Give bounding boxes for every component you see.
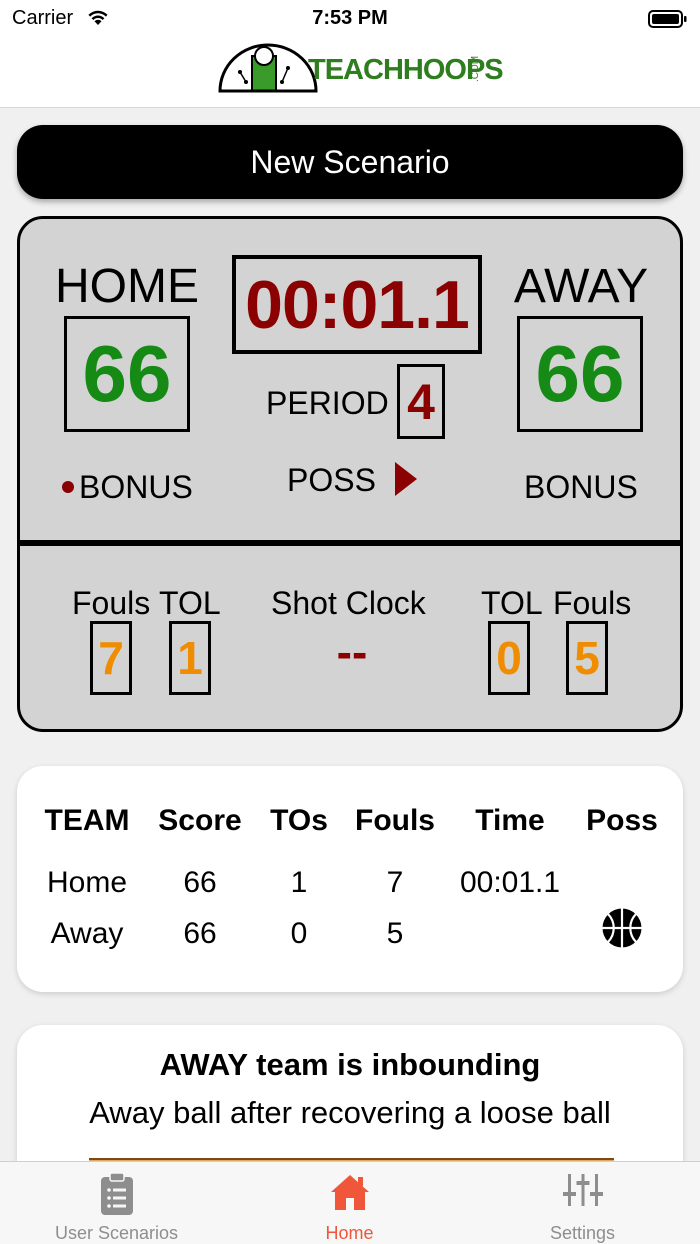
home-team-label: HOME — [55, 260, 199, 313]
row-tos: 0 — [290, 917, 308, 950]
scoreboard: HOME AWAY 66 66 00:01.1 PERIOD 4 POSS BO… — [17, 216, 683, 732]
away-tol-value[interactable]: 0 — [488, 621, 530, 695]
clipboard-list-icon — [100, 1172, 133, 1215]
team-stats-card: TEAM Score TOs Fouls Time Poss Home 66 1… — [17, 766, 683, 992]
period-value[interactable]: 4 — [397, 364, 445, 439]
app-header: TEACHHOOPS .COM — [0, 40, 700, 108]
header-tos: TOs — [270, 804, 328, 837]
header-poss: Poss — [586, 804, 658, 837]
away-score: 66 — [517, 316, 643, 432]
status-bar: Carrier 7:53 PM — [0, 0, 700, 40]
game-clock[interactable]: 00:01.1 — [232, 255, 482, 354]
court-logo-icon — [218, 43, 318, 93]
shot-clock-value[interactable]: -- — [314, 625, 390, 679]
row-score: 66 — [183, 866, 217, 899]
away-bonus-label: BONUS — [524, 469, 638, 505]
scenario-title: AWAY team is inbounding — [159, 1047, 541, 1082]
header-score: Score — [158, 804, 242, 837]
tab-label: Settings — [549, 1223, 616, 1243]
possession-arrow-icon[interactable] — [395, 462, 417, 496]
teachhoops-logo: TEACHHOOPS .COM — [218, 42, 504, 94]
tab-label: Home — [325, 1223, 374, 1243]
away-team-label: AWAY — [513, 260, 649, 313]
row-team: Home — [46, 866, 128, 899]
tab-bar: User Scenarios Home Settings — [0, 1161, 700, 1244]
tab-home[interactable]: Home — [233, 1162, 466, 1244]
row-tos: 1 — [290, 866, 308, 899]
scoreboard-divider — [20, 540, 680, 546]
tab-user-scenarios[interactable]: User Scenarios — [0, 1162, 233, 1244]
period-label: PERIOD — [266, 385, 389, 421]
possession-label: POSS — [287, 462, 376, 498]
tab-settings[interactable]: Settings — [466, 1162, 699, 1244]
home-score: 66 — [64, 316, 190, 432]
row-fouls: 5 — [386, 917, 404, 950]
scenario-description: Away ball after recovering a loose ball — [89, 1095, 611, 1130]
home-icon — [330, 1175, 369, 1210]
new-scenario-button[interactable]: New Scenario — [17, 125, 683, 199]
basketball-icon — [602, 908, 642, 948]
row-time: 00:01.1 — [459, 866, 561, 899]
header-fouls: Fouls — [355, 804, 435, 837]
status-time: 7:53 PM — [312, 7, 388, 29]
home-fouls-label: Fouls — [72, 585, 151, 621]
home-bonus-indicator: BONUS — [62, 469, 193, 506]
away-fouls-label: Fouls — [553, 585, 632, 621]
battery-icon — [648, 10, 687, 28]
row-fouls: 7 — [386, 866, 404, 899]
header-team: TEAM — [44, 804, 130, 837]
home-tol-label: TOL — [159, 585, 221, 621]
row-team: Away — [50, 917, 124, 950]
away-tol-label: TOL — [481, 585, 543, 621]
bonus-dot-icon — [62, 480, 74, 493]
logo-suffix: .COM — [470, 55, 481, 82]
away-fouls-value[interactable]: 5 — [566, 621, 608, 695]
header-time: Time — [475, 804, 545, 837]
tab-label: User Scenarios — [54, 1223, 179, 1243]
home-tol-value[interactable]: 1 — [169, 621, 211, 695]
sliders-icon — [562, 1174, 603, 1206]
home-bonus-label: BONUS — [79, 469, 193, 505]
row-score: 66 — [183, 917, 217, 950]
shot-clock-label: Shot Clock — [271, 585, 426, 621]
home-fouls-value[interactable]: 7 — [90, 621, 132, 695]
